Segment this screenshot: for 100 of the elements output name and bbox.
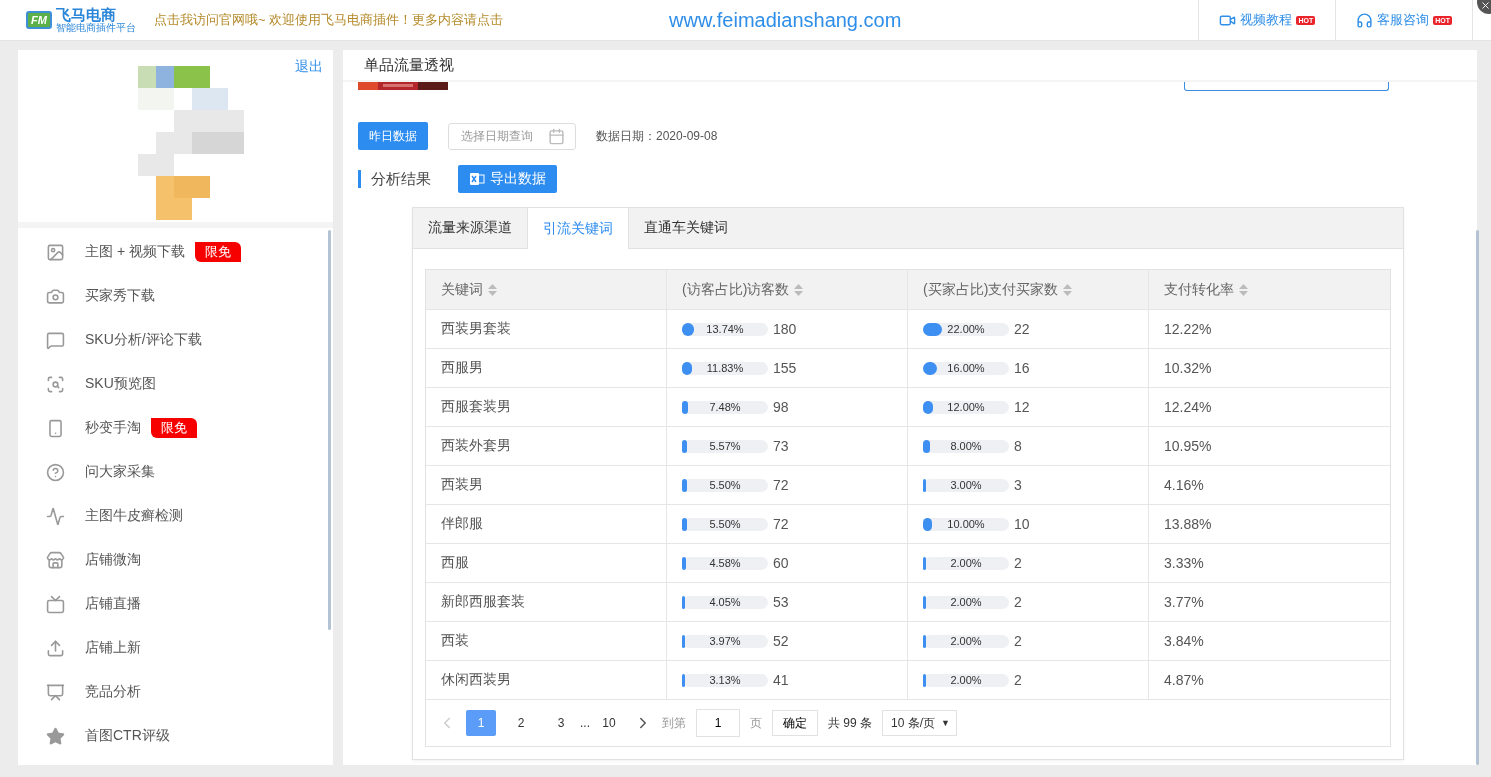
page-ellipsis: ... bbox=[580, 716, 590, 730]
table-cell-text: 休闲西装男 bbox=[440, 670, 512, 689]
upload-icon bbox=[46, 638, 65, 658]
tab[interactable]: 直通车关键词 bbox=[629, 208, 743, 248]
column-header[interactable]: (访客占比)访客数 bbox=[666, 270, 907, 309]
table-cell-text: 西装 bbox=[440, 631, 470, 650]
table-cell-text: 新郎西服套装 bbox=[440, 592, 526, 611]
scrollbar[interactable] bbox=[328, 230, 331, 630]
total-count: 共 99 条 bbox=[828, 714, 873, 732]
spreadsheet-icon bbox=[469, 171, 485, 187]
table-cell-text: 西服套装男 bbox=[440, 397, 512, 416]
free-badge: 限免 bbox=[194, 242, 241, 262]
percent-label: 11.83% bbox=[706, 362, 744, 374]
count-label: 22 bbox=[1014, 321, 1030, 337]
percent-label: 4.58% bbox=[709, 557, 741, 569]
count-label: 41 bbox=[773, 672, 789, 688]
goto-label: 到第 bbox=[662, 714, 686, 732]
count-label: 3 bbox=[1014, 477, 1022, 493]
percent-label: 2.00% bbox=[950, 596, 982, 608]
pulse-icon bbox=[46, 506, 65, 526]
menu-item[interactable]: 主图牛皮癣检测 bbox=[46, 494, 333, 538]
count-label: 12 bbox=[1014, 399, 1030, 415]
chat-icon bbox=[46, 330, 65, 350]
count-label: 8 bbox=[1014, 438, 1022, 454]
menu-item[interactable]: 买家秀下载 bbox=[46, 274, 333, 318]
count-label: 52 bbox=[773, 633, 789, 649]
percent-label: 22.00% bbox=[947, 323, 985, 335]
page-button[interactable]: 3 bbox=[546, 710, 576, 736]
column-header[interactable]: (买家占比)支付买家数 bbox=[907, 270, 1148, 309]
free-badge: 限免 bbox=[151, 418, 197, 438]
menu-item[interactable]: 竞品分析 bbox=[46, 670, 333, 714]
menu-item[interactable]: 店铺微淘 bbox=[46, 538, 333, 582]
percent-label: 12.00% bbox=[947, 401, 985, 413]
confirm-button[interactable]: 确定 bbox=[772, 710, 818, 736]
menu-label: 竞品分析 bbox=[85, 683, 141, 701]
count-label: 2 bbox=[1014, 594, 1022, 610]
count-label: 98 bbox=[773, 399, 789, 415]
percent-label: 2.00% bbox=[950, 557, 982, 569]
search-icon bbox=[46, 374, 65, 394]
table-cell: 3.84% bbox=[1148, 622, 1391, 660]
count-label: 53 bbox=[773, 594, 789, 610]
table-cell: 12.22% bbox=[1148, 310, 1391, 348]
menu-label: 首图CTR评级 bbox=[85, 727, 170, 745]
percent-label: 3.97% bbox=[709, 635, 741, 647]
logo-subtitle: 智能电商插件平台 bbox=[55, 23, 136, 33]
menu-item[interactable]: SKU预览图 bbox=[46, 362, 333, 406]
menu-item[interactable]: 店铺上新 bbox=[46, 626, 333, 670]
menu-item[interactable]: 店铺直播 bbox=[46, 582, 333, 626]
tab[interactable]: 流量来源渠道 bbox=[413, 208, 527, 248]
logo-mark: FM bbox=[26, 11, 52, 29]
image-icon bbox=[46, 242, 65, 262]
count-label: 2 bbox=[1014, 555, 1022, 571]
page-button[interactable]: 10 bbox=[594, 710, 624, 736]
logo-text: 飞马电商 bbox=[55, 7, 116, 22]
menu-label: 主图牛皮癣检测 bbox=[85, 507, 183, 525]
table-cell-text: 西服男 bbox=[440, 358, 484, 377]
percent-label: 5.50% bbox=[709, 479, 741, 491]
logout-link[interactable]: 退出 bbox=[295, 58, 323, 76]
percent-label: 5.50% bbox=[709, 518, 741, 530]
tab[interactable]: 引流关键词 bbox=[527, 208, 629, 249]
count-label: 155 bbox=[773, 360, 797, 376]
menu-label: 问大家采集 bbox=[85, 463, 155, 481]
menu-label: 店铺直播 bbox=[85, 595, 141, 613]
sort-icon bbox=[1239, 283, 1248, 296]
table-cell-text: 伴郎服 bbox=[440, 514, 484, 533]
percent-label: 3.00% bbox=[950, 479, 982, 491]
page-button[interactable]: 2 bbox=[506, 710, 536, 736]
menu-item[interactable]: 主图 + 视频下载 限免 bbox=[46, 230, 333, 274]
dropdown-icon: ▼ bbox=[941, 718, 950, 728]
menu-item[interactable]: 秒变手淘 限免 bbox=[46, 406, 333, 450]
page-size-select[interactable]: 10 条/页 ▼ bbox=[882, 710, 957, 736]
headset-icon bbox=[1356, 11, 1374, 29]
page-input[interactable]: 1 bbox=[696, 709, 740, 737]
menu-item[interactable]: 首图CTR评级 bbox=[46, 714, 333, 758]
menu-label: 店铺微淘 bbox=[85, 551, 141, 569]
count-label: 73 bbox=[773, 438, 789, 454]
table-cell: 3.33% bbox=[1148, 544, 1391, 582]
percent-label: 2.00% bbox=[950, 674, 982, 686]
count-label: 72 bbox=[773, 516, 789, 532]
help-icon bbox=[46, 462, 65, 482]
star-icon bbox=[46, 726, 65, 746]
scrollbar[interactable] bbox=[1476, 230, 1479, 765]
table-cell-text: 西装男 bbox=[440, 475, 484, 494]
menu-label: SKU分析/评论下载 bbox=[85, 331, 202, 349]
table-cell: 3.77% bbox=[1148, 583, 1391, 621]
menu-item[interactable]: 问大家采集 bbox=[46, 450, 333, 494]
column-header[interactable]: 支付转化率 bbox=[1148, 270, 1391, 309]
percent-label: 8.00% bbox=[950, 440, 982, 452]
table-cell-text: 西服 bbox=[440, 553, 470, 572]
menu-label: 买家秀下载 bbox=[85, 287, 155, 305]
percent-label: 13.74% bbox=[706, 323, 744, 335]
count-label: 2 bbox=[1014, 672, 1022, 688]
percent-label: 7.48% bbox=[709, 401, 741, 413]
tv-icon bbox=[46, 594, 65, 614]
column-header[interactable]: 关键词 bbox=[426, 270, 666, 309]
menu-label: 店铺上新 bbox=[85, 639, 141, 657]
menu-label: 秒变手淘 bbox=[85, 419, 141, 437]
percent-label: 2.00% bbox=[950, 635, 982, 647]
count-label: 16 bbox=[1014, 360, 1030, 376]
menu-item[interactable]: SKU分析/评论下载 bbox=[46, 318, 333, 362]
